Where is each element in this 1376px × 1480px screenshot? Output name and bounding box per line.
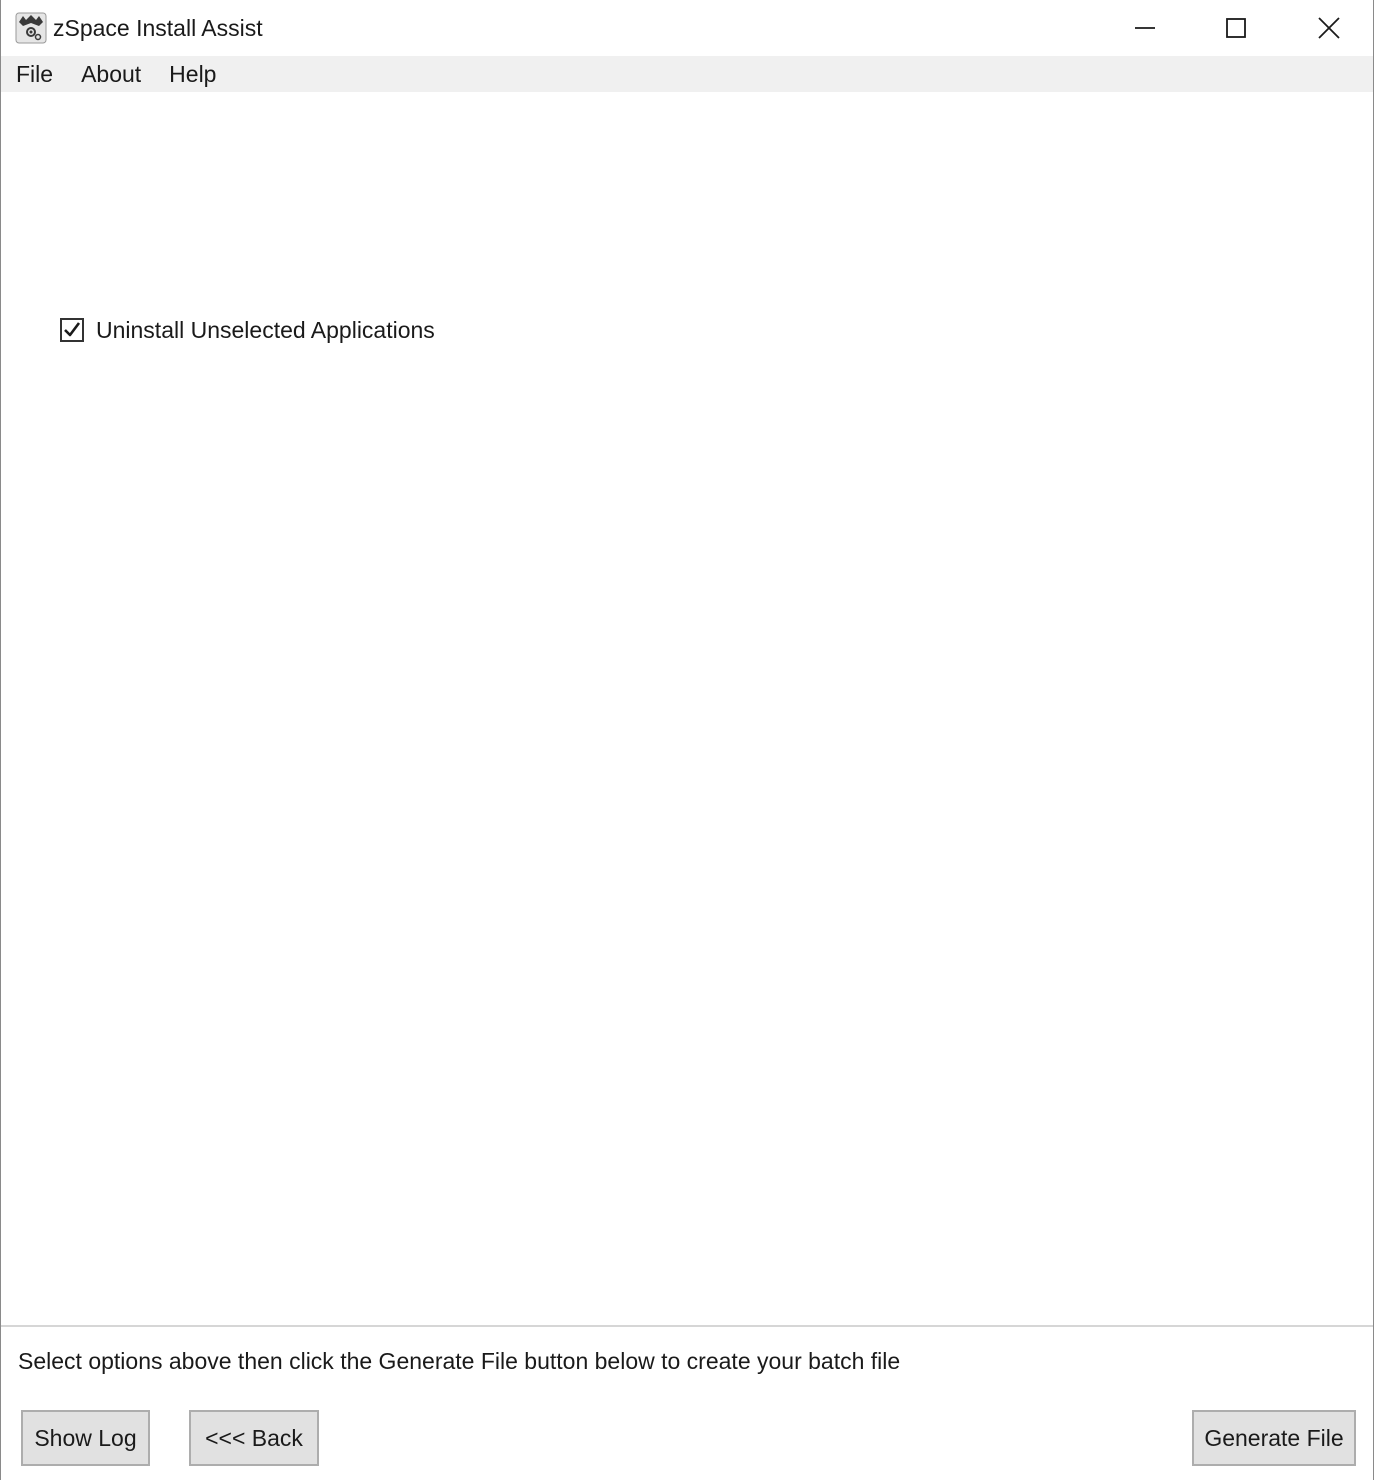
close-button[interactable] — [1283, 0, 1375, 56]
generate-file-button[interactable]: Generate File — [1192, 1410, 1356, 1466]
show-log-button[interactable]: Show Log — [21, 1410, 150, 1466]
instruction-text: Select options above then click the Gene… — [18, 1348, 901, 1374]
uninstall-unselected-option[interactable]: Uninstall Unselected Applications — [60, 316, 435, 344]
footer-panel: Select options above then click the Gene… — [1, 1327, 1373, 1480]
menu-bar: File About Help — [1, 56, 1373, 92]
menu-help[interactable]: Help — [155, 56, 230, 92]
maximize-icon — [1226, 18, 1246, 38]
window-title: zSpace Install Assist — [53, 15, 263, 41]
app-window: zSpace Install Assist File About Help Un… — [0, 0, 1374, 1480]
minimize-icon — [1135, 27, 1155, 29]
menu-file[interactable]: File — [1, 56, 67, 92]
close-icon — [1318, 17, 1340, 39]
title-bar[interactable]: zSpace Install Assist — [1, 0, 1373, 56]
minimize-button[interactable] — [1099, 0, 1191, 56]
checkmark-icon — [64, 322, 81, 337]
maximize-button[interactable] — [1190, 0, 1282, 56]
back-button[interactable]: <<< Back — [189, 1410, 319, 1466]
uninstall-unselected-checkbox[interactable] — [60, 318, 84, 342]
menu-about[interactable]: About — [67, 56, 155, 92]
options-panel: Uninstall Unselected Applications — [1, 92, 1373, 1325]
zspace-app-icon — [15, 12, 47, 44]
uninstall-unselected-label[interactable]: Uninstall Unselected Applications — [96, 316, 435, 344]
